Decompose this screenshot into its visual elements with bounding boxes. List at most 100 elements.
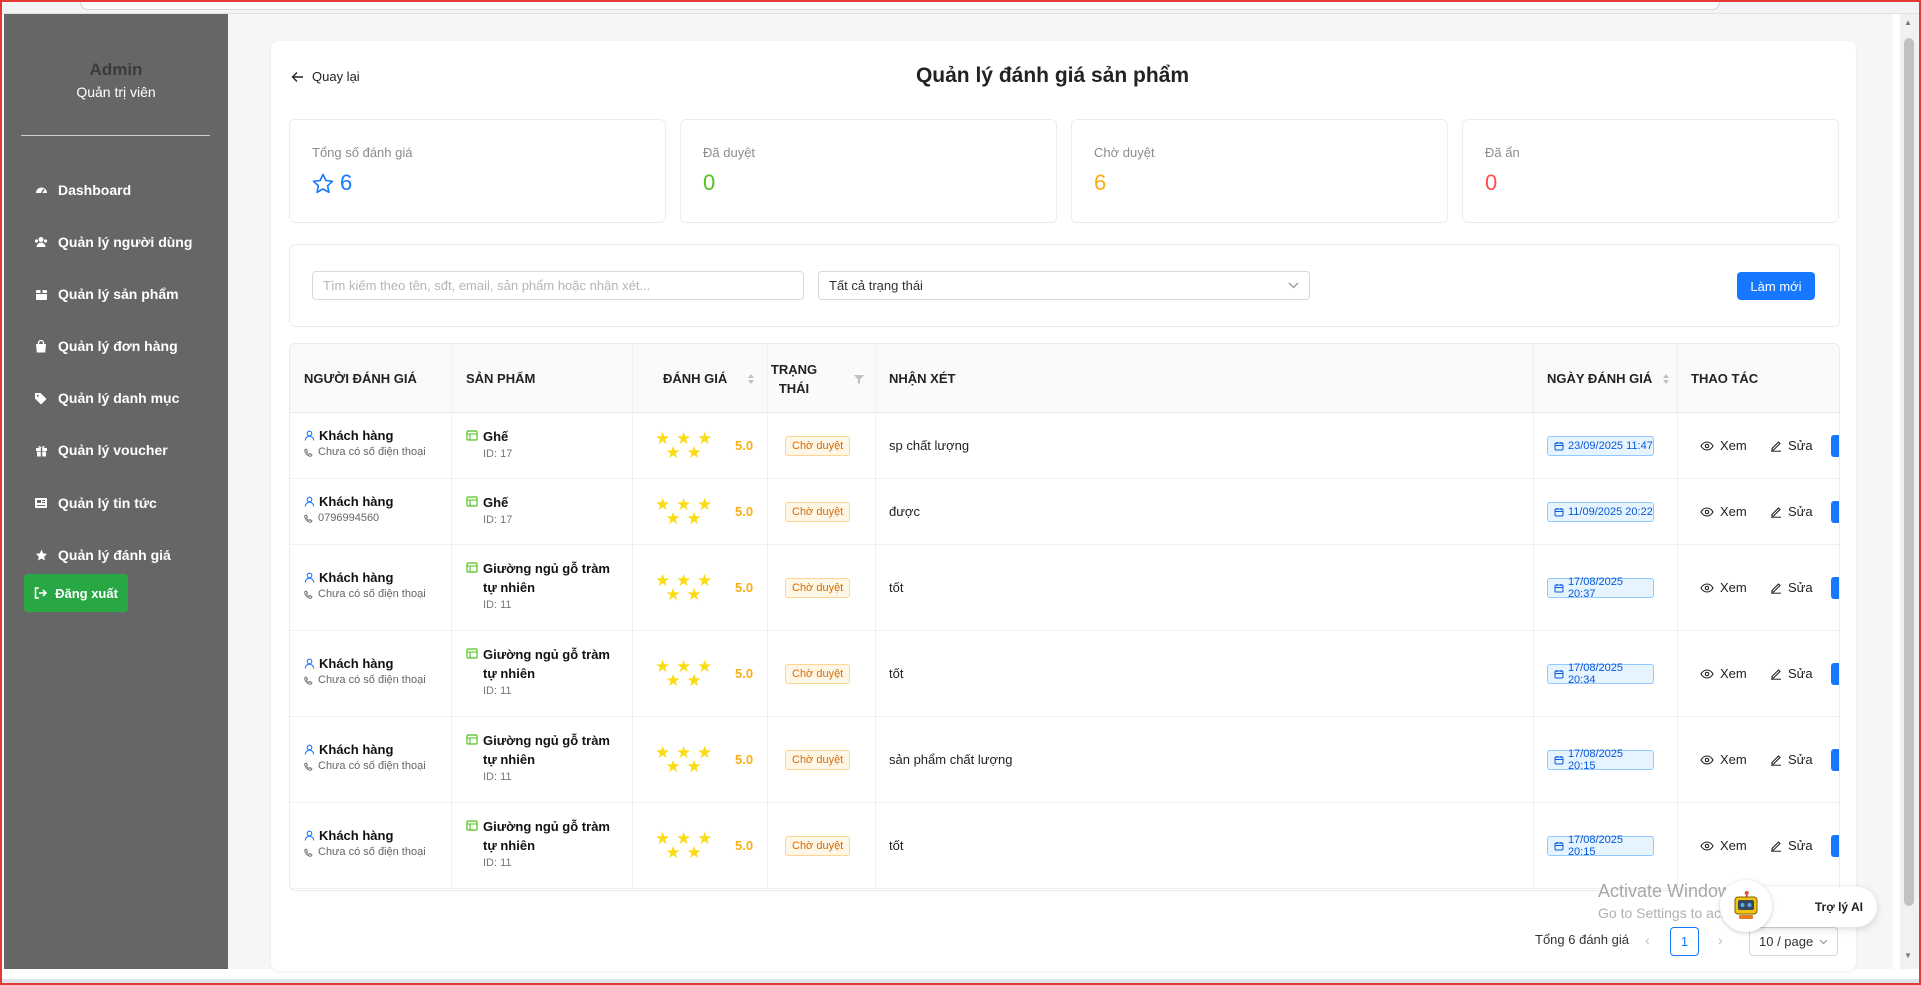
calendar-icon <box>1554 508 1564 517</box>
refresh-button[interactable]: Làm mới <box>1737 272 1815 300</box>
rating-star-icon: ★ <box>665 671 681 690</box>
review-date-text: 17/08/2025 20:15 <box>1567 834 1623 858</box>
sidebar-item[interactable]: Quản lý đơn hàng <box>34 334 178 358</box>
sidebar-item[interactable]: Quản lý sản phẩm <box>34 282 179 306</box>
view-button[interactable]: Xem <box>1700 504 1747 519</box>
filter-icon[interactable] <box>854 374 864 384</box>
scroll-up-arrow[interactable]: ▲ <box>1904 18 1912 27</box>
more-action-button[interactable] <box>1831 501 1839 523</box>
review-date-text: 17/08/2025 20:34 <box>1567 662 1623 686</box>
user-icon <box>304 830 315 841</box>
scroll-down-arrow[interactable]: ▼ <box>1904 951 1912 960</box>
sidebar-item[interactable]: Quản lý danh mục <box>34 386 179 410</box>
arrow-left-icon <box>291 71 303 82</box>
sidebar-item[interactable]: Quản lý đánh giá <box>34 543 171 567</box>
reviewer-phone: Chưa có số điện thoại <box>318 846 426 858</box>
th-rating[interactable]: ĐÁNH GIÁ <box>663 344 755 413</box>
robot-icon[interactable] <box>1720 880 1772 932</box>
reviewer-name: Khách hàng <box>319 494 394 509</box>
product-id: ID: 11 <box>483 771 512 783</box>
th-product: SẢN PHẨM <box>466 371 536 386</box>
product-cell: Giường ngủ gỗ tràm tự nhiên ID: 11 <box>466 817 616 869</box>
edit-button[interactable]: Sửa <box>1770 438 1813 453</box>
pagination-prev[interactable]: ‹ <box>1645 932 1650 948</box>
more-action-button[interactable] <box>1831 663 1839 685</box>
review-comment: tốt <box>889 666 904 681</box>
stat-label: Chờ duyệt <box>1094 145 1155 160</box>
view-button[interactable]: Xem <box>1700 438 1747 453</box>
logout-button[interactable]: Đăng xuất <box>24 574 128 612</box>
view-button[interactable]: Xem <box>1700 666 1747 681</box>
sidebar-item-label: Quản lý đánh giá <box>58 547 171 563</box>
product-id: ID: 11 <box>483 685 512 697</box>
edit-button[interactable]: Sửa <box>1770 504 1813 519</box>
reviewer-phone: Chưa có số điện thoại <box>318 588 426 600</box>
page-size-select[interactable]: 10 / page <box>1749 927 1838 956</box>
sidebar-item-label: Quản lý người dùng <box>58 234 193 250</box>
star-icon <box>34 548 48 562</box>
search-input[interactable] <box>312 271 804 300</box>
sidebar-item[interactable]: Quản lý người dùng <box>34 230 192 254</box>
rating-star-icon: ★ <box>665 509 681 528</box>
reviewer-cell: Khách hàng Chưa có số điện thoại <box>304 428 426 458</box>
scrollbar-thumb[interactable] <box>1904 38 1914 906</box>
status-select[interactable]: Tất cả trạng thái <box>818 271 1310 300</box>
stat-card: Chờ duyệt 6 <box>1071 119 1448 223</box>
pagination-page-1[interactable]: 1 <box>1670 927 1699 956</box>
product-name: Giường ngủ gỗ tràm tự nhiên <box>483 647 610 681</box>
rating-star-icon: ★ <box>665 843 681 862</box>
sidebar: Admin Quản trị viên Dashboard Quản lý ngư… <box>4 14 228 969</box>
newspaper-icon <box>34 496 48 510</box>
product-name: Ghế <box>483 429 509 444</box>
sidebar-item-label: Quản lý danh mục <box>58 390 180 406</box>
pagination-next[interactable]: › <box>1718 932 1723 948</box>
edit-button[interactable]: Sửa <box>1770 580 1813 595</box>
edit-button[interactable]: Sửa <box>1770 838 1813 853</box>
table-header: NGƯỜI ĐÁNH GIÁ SẢN PHẨM ĐÁNH GIÁ TRẠNG T… <box>290 344 1839 413</box>
review-date: 17/08/2025 20:15 <box>1547 834 1654 858</box>
sidebar-item-label: Quản lý tin tức <box>58 495 157 511</box>
os-taskbar <box>0 979 1921 985</box>
stat-label: Đã ẩn <box>1485 145 1520 160</box>
sidebar-item[interactable]: Quản lý tin tức <box>34 491 157 515</box>
back-link[interactable]: Quay lại <box>291 69 360 84</box>
review-date: 17/08/2025 20:37 <box>1547 576 1654 600</box>
edit-button[interactable]: Sửa <box>1770 752 1813 767</box>
calendar-icon <box>1554 756 1564 765</box>
view-button[interactable]: Xem <box>1700 752 1747 767</box>
product-id: ID: 11 <box>483 857 512 869</box>
rating-star-icon: ★ <box>686 443 702 462</box>
edit-button[interactable]: Sửa <box>1770 666 1813 681</box>
stat-label: Tổng số đánh giá <box>312 145 413 160</box>
view-button[interactable]: Xem <box>1700 580 1747 595</box>
more-action-button[interactable] <box>1831 835 1839 857</box>
calendar-icon <box>1554 584 1564 593</box>
eye-icon <box>1700 506 1714 517</box>
rating-star-icon: ★ <box>686 671 702 690</box>
sidebar-item[interactable]: Quản lý voucher <box>34 438 168 462</box>
phone-icon <box>304 447 313 457</box>
more-action-button[interactable] <box>1831 749 1839 771</box>
more-action-button[interactable] <box>1831 435 1839 457</box>
view-label: Xem <box>1720 580 1747 595</box>
calendar-icon <box>1554 670 1564 679</box>
address-bar[interactable] <box>80 0 1720 10</box>
eye-icon <box>1700 440 1714 451</box>
phone-icon <box>304 675 313 685</box>
view-label: Xem <box>1720 838 1747 853</box>
stat-value: 6 <box>340 170 353 195</box>
user-icon <box>304 496 315 507</box>
reviewer-cell: Khách hàng Chưa có số điện thoại <box>304 656 426 686</box>
sidebar-item[interactable]: Dashboard <box>34 178 131 202</box>
product-id: ID: 17 <box>483 448 513 460</box>
edit-icon <box>1771 754 1781 766</box>
review-comment: tốt <box>889 580 904 595</box>
th-status-line2: THÁI <box>778 380 810 396</box>
review-comment: được <box>889 504 920 519</box>
more-action-button[interactable] <box>1831 577 1839 599</box>
view-button[interactable]: Xem <box>1700 838 1747 853</box>
users-icon <box>34 235 48 249</box>
shop-icon <box>466 562 478 573</box>
reviewer-cell: Khách hàng Chưa có số điện thoại <box>304 570 426 600</box>
th-date[interactable]: NGÀY ĐÁNH GIÁ <box>1547 344 1670 413</box>
